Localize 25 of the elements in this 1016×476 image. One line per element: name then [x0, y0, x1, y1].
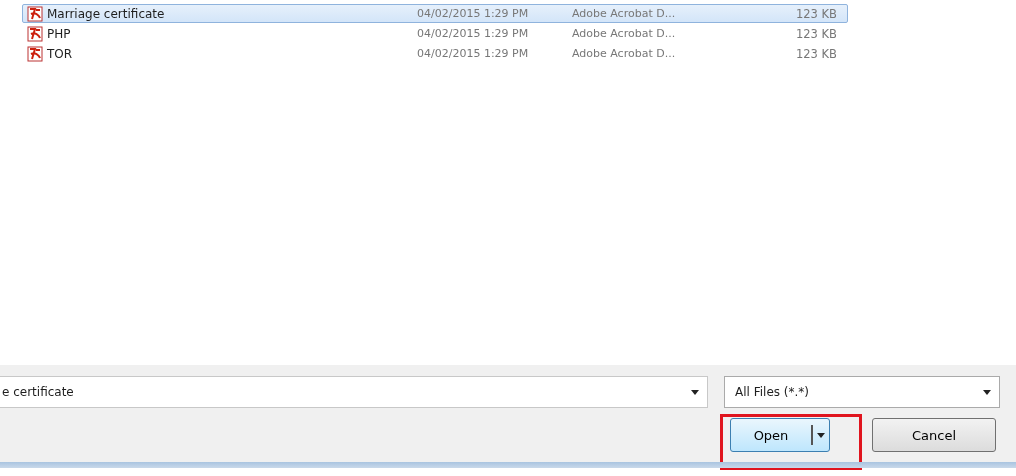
- file-type: Adobe Acrobat D...: [572, 47, 676, 60]
- pdf-file-icon: [27, 45, 43, 62]
- file-size: 123 KB: [794, 46, 837, 61]
- pdf-file-icon: [27, 25, 43, 42]
- file-size: 123 KB: [794, 26, 837, 41]
- date-modified: 04/02/2015 1:29 PM: [417, 47, 529, 60]
- file-type-dropdown[interactable]: All Files (*.*): [724, 376, 1000, 408]
- cancel-button[interactable]: Cancel: [872, 418, 996, 452]
- caret-icon: [817, 432, 825, 438]
- date-modified: 04/02/2015 1:29 PM: [417, 27, 529, 40]
- file-name: PHP: [47, 26, 71, 41]
- open-button[interactable]: Open: [730, 418, 830, 452]
- file-name: TOR: [47, 46, 73, 61]
- file-row[interactable]: PHP 04/02/2015 1:29 PM Adobe Acrobat D... 123 KB: [22, 24, 848, 43]
- date-modified: 04/02/2015 1:29 PM: [417, 7, 529, 20]
- dropdown-caret-icon: [983, 389, 991, 395]
- file-size: 123 KB: [794, 6, 837, 21]
- file-row[interactable]: TOR 04/02/2015 1:29 PM Adobe Acrobat D... 123 KB: [22, 44, 848, 63]
- file-row[interactable]: Marriage certificate 04/02/2015 1:29 PM Adobe Acrobat D... 123 KB: [22, 4, 848, 23]
- pdf-file-icon: [27, 5, 43, 22]
- file-name-field[interactable]: e certificate: [0, 376, 708, 408]
- file-name: Marriage certificate: [47, 6, 165, 21]
- file-type: Adobe Acrobat D...: [572, 7, 676, 20]
- file-type: Adobe Acrobat D...: [572, 27, 676, 40]
- dropdown-caret-icon: [691, 389, 699, 395]
